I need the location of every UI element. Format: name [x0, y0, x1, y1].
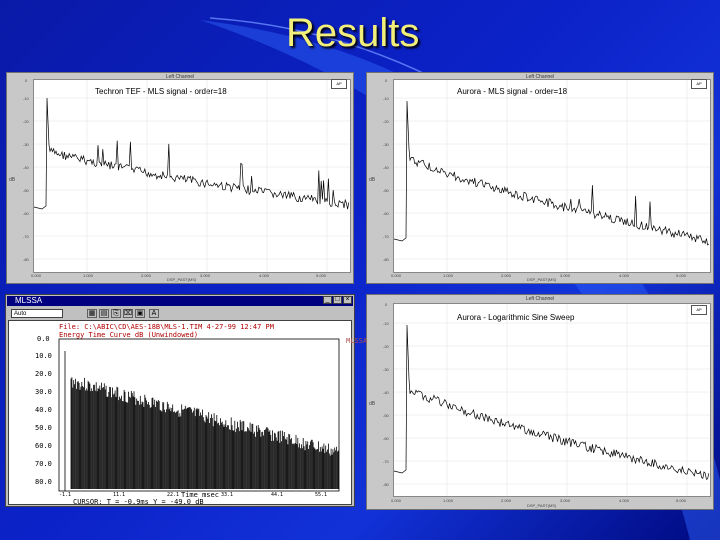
x-tick: 3.000 — [560, 273, 571, 278]
x-tick: 5.000 — [676, 273, 687, 278]
y-tick: -80 — [383, 257, 389, 262]
y-tick: -20 — [383, 119, 389, 124]
y-tick: -80 — [383, 482, 389, 487]
y-tick: -60 — [383, 211, 389, 216]
font-combo[interactable]: Auto — [11, 309, 63, 318]
y-tick: -70 — [383, 234, 389, 239]
mlssa-screen: File: C:\ABIC\CD\AES-18B\MLS-1.TIM 4-27-… — [8, 320, 368, 506]
y-tick: -10 — [383, 96, 389, 101]
y-tick: 10.0 — [35, 352, 52, 360]
toolbar: Auto ▦ ▤ ⎘ ⌧ ▣ A — [7, 307, 353, 319]
x-tick: 1.000 — [443, 498, 454, 503]
y-tick: 60.0 — [35, 442, 52, 450]
y-tick: -60 — [23, 211, 29, 216]
x-tick: 0.000 — [31, 273, 42, 278]
techron-curve — [33, 80, 350, 272]
mlssa-vertical-logo: MLSSA — [346, 337, 368, 345]
x-tick: 2.000 — [501, 273, 512, 278]
aurora-sweep-panel: Left Channel Aurora - Logarithmic Sine S… — [366, 294, 714, 510]
y-tick: 50.0 — [35, 424, 52, 432]
window-title: MLSSA — [15, 296, 43, 305]
x-tick: 5.000 — [316, 273, 327, 278]
x-tick: 4.000 — [259, 273, 270, 278]
x-tick: 4.000 — [619, 498, 630, 503]
etc-plot — [58, 338, 340, 492]
response-trace — [33, 97, 350, 210]
y-tick: 70.0 — [35, 460, 52, 468]
y-axis-label: dB — [369, 177, 376, 183]
y-tick: 0 — [25, 78, 28, 83]
y-tick: 0.0 — [37, 335, 50, 343]
y-tick: -10 — [383, 321, 389, 326]
cursor-readout: CURSOR: T = -0.9ms Y = -49.0 dB — [73, 498, 204, 506]
y-tick: -50 — [23, 188, 29, 193]
x-tick: 33.1 — [221, 492, 234, 498]
x-tick: 4.000 — [619, 273, 630, 278]
x-axis-label: DSP_PAST(MS) — [167, 277, 197, 282]
y-tick: -80 — [23, 257, 29, 262]
x-tick: 1.000 — [443, 273, 454, 278]
y-tick: 0 — [385, 78, 388, 83]
y-tick: -30 — [383, 142, 389, 147]
slide-title: Results — [286, 11, 420, 55]
font-a-button[interactable]: A — [149, 309, 159, 318]
aurora-mls-panel: Left Channel Aurora - MLS signal - order… — [366, 72, 714, 284]
y-tick: 20.0 — [35, 370, 52, 378]
tool-button-1[interactable]: ▦ — [87, 309, 97, 318]
x-tick: 44.1 — [271, 492, 284, 498]
response-trace — [393, 100, 709, 246]
x-tick: 3.000 — [200, 273, 211, 278]
maximize-button[interactable]: □ — [333, 296, 342, 304]
y-tick: -20 — [23, 119, 29, 124]
y-tick: -50 — [383, 188, 389, 193]
x-tick: 55.1 — [315, 492, 328, 498]
y-tick: -40 — [23, 165, 29, 170]
minimize-button[interactable]: _ — [323, 296, 332, 304]
y-tick: -70 — [23, 234, 29, 239]
y-tick: -30 — [23, 142, 29, 147]
x-tick: 5.000 — [676, 498, 687, 503]
x-tick: 2.000 — [501, 498, 512, 503]
x-axis-label: DSP_PAST(MS) — [527, 503, 557, 508]
x-tick: 1.000 — [83, 273, 94, 278]
x-tick: -1.1 — [59, 492, 72, 498]
y-tick: 30.0 — [35, 388, 52, 396]
y-axis-label: dB — [369, 401, 376, 407]
close-button[interactable]: × — [343, 296, 352, 304]
window-titlebar[interactable]: MLSSA — [7, 296, 353, 306]
y-tick: 40.0 — [35, 406, 52, 414]
tool-button-2[interactable]: ▤ — [99, 309, 109, 318]
y-axis-label: dB — [9, 177, 16, 183]
y-tick: -20 — [383, 344, 389, 349]
y-tick: -40 — [383, 390, 389, 395]
aurora-sweep-curve — [393, 304, 710, 496]
y-tick: -50 — [383, 413, 389, 418]
y-tick: -10 — [23, 96, 29, 101]
plot-caption-line: Energy Time Curve dB (Unwindowed) — [59, 331, 199, 339]
tool-button-4[interactable]: ⌧ — [123, 309, 133, 318]
y-tick: -60 — [383, 436, 389, 441]
tool-button-5[interactable]: ▣ — [135, 309, 145, 318]
response-trace — [393, 324, 710, 480]
y-tick: 80.0 — [35, 478, 52, 486]
y-tick: -40 — [383, 165, 389, 170]
x-tick: 3.000 — [560, 498, 571, 503]
y-tick: -30 — [383, 367, 389, 372]
techron-mls-panel: Left Channel Techron TEF - MLS signal - … — [6, 72, 354, 284]
y-tick: 0 — [385, 302, 388, 307]
x-axis-label: DSP_PAST(MS) — [527, 277, 557, 282]
mlssa-window: MLSSA _ □ × Auto ▦ ▤ ⎘ ⌧ ▣ A File: C:\AB… — [5, 294, 368, 507]
x-tick: 0.000 — [391, 273, 402, 278]
aurora-mls-curve — [393, 80, 710, 272]
tool-button-3[interactable]: ⎘ — [111, 309, 121, 318]
y-tick: -70 — [383, 459, 389, 464]
file-info-line: File: C:\ABIC\CD\AES-18B\MLS-1.TIM 4-27-… — [59, 323, 274, 331]
x-tick: 0.000 — [391, 498, 402, 503]
x-tick: 2.000 — [141, 273, 152, 278]
